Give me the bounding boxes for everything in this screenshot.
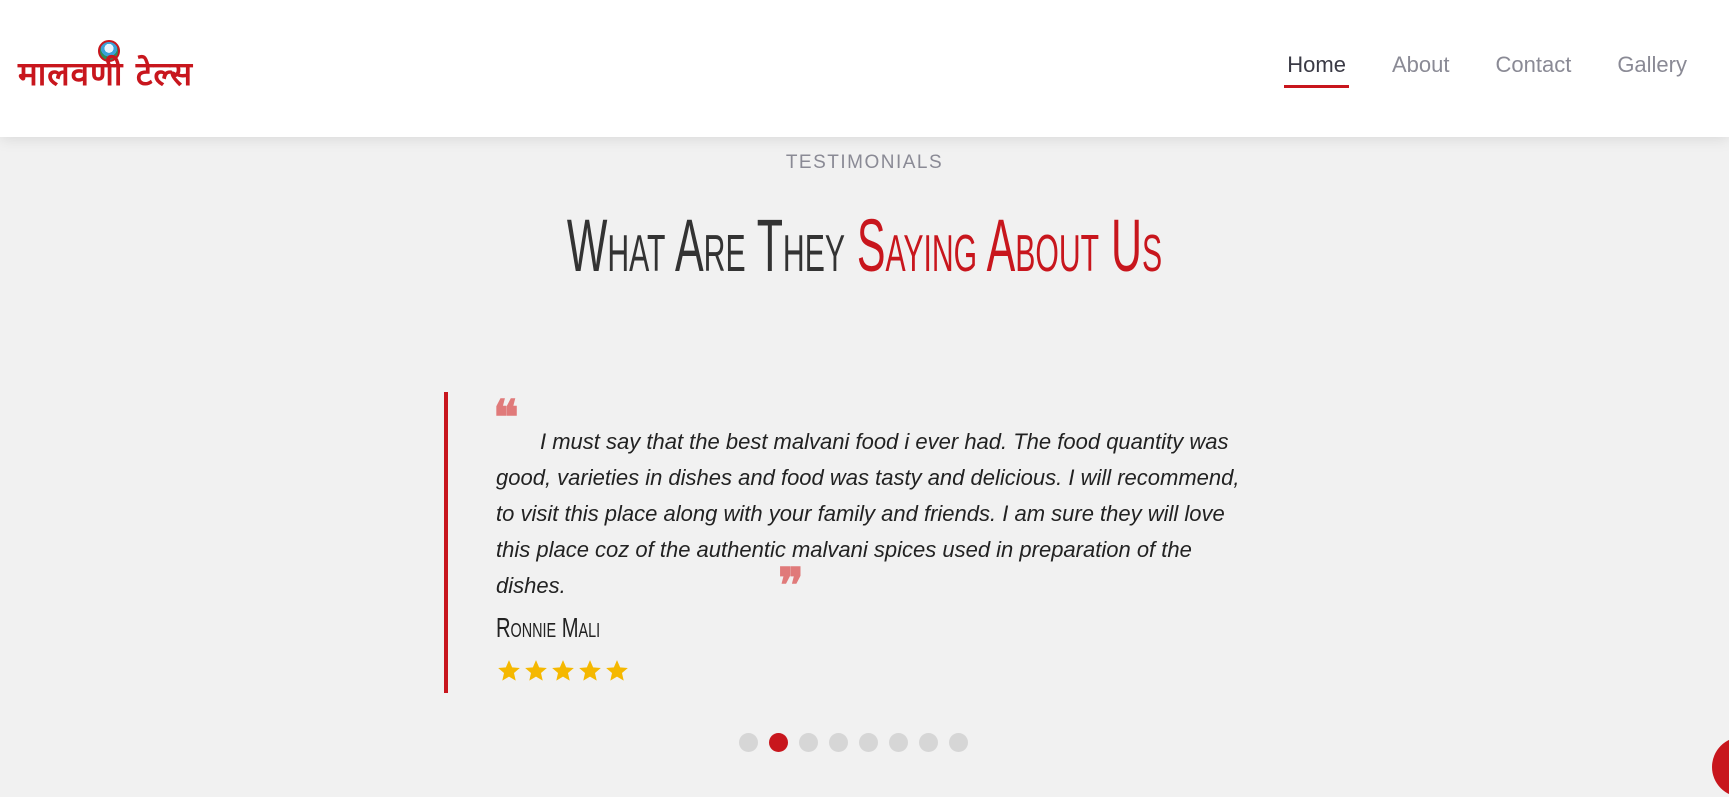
star-icon [550,658,576,684]
section-title: What Are They Saying About Us [363,204,1366,288]
star-icon [604,658,630,684]
section-eyebrow: TESTIMONIALS [785,152,944,173]
carousel-dot[interactable] [799,733,818,752]
testimonial-author: Ronnie Mali [496,612,601,643]
star-icon [577,658,603,684]
carousel-dot[interactable] [949,733,968,752]
carousel-dot-active[interactable] [769,733,788,752]
nav-home[interactable]: Home [1284,52,1349,88]
carousel-dot[interactable] [829,733,848,752]
logo[interactable]: मालवणी टेल्स [18,38,198,94]
quote-close-icon: ❞ [778,558,804,614]
carousel-dot[interactable] [859,733,878,752]
nav-gallery[interactable]: Gallery [1617,52,1687,88]
rating-stars [496,658,630,684]
testimonial-text: I must say that the best malvani food i … [496,429,1240,598]
nav-about[interactable]: About [1392,52,1450,88]
carousel-dot[interactable] [889,733,908,752]
floating-action-button[interactable] [1712,737,1729,797]
carousel-dot[interactable] [739,733,758,752]
main-nav: Home About Contact Gallery [1284,52,1687,88]
star-icon [496,658,522,684]
logo-text: मालवणी टेल्स [18,54,194,93]
section-title-accent: Saying About Us [856,204,1163,287]
site-header: मालवणी टेल्स Home About Contact Gallery [0,0,1729,137]
star-icon [523,658,549,684]
nav-contact[interactable]: Contact [1495,52,1571,88]
section-title-main: What Are They [566,204,857,287]
carousel-dot[interactable] [919,733,938,752]
testimonial-card: ❝ I must say that the best malvani food … [444,392,1244,693]
carousel-dots [739,733,968,752]
